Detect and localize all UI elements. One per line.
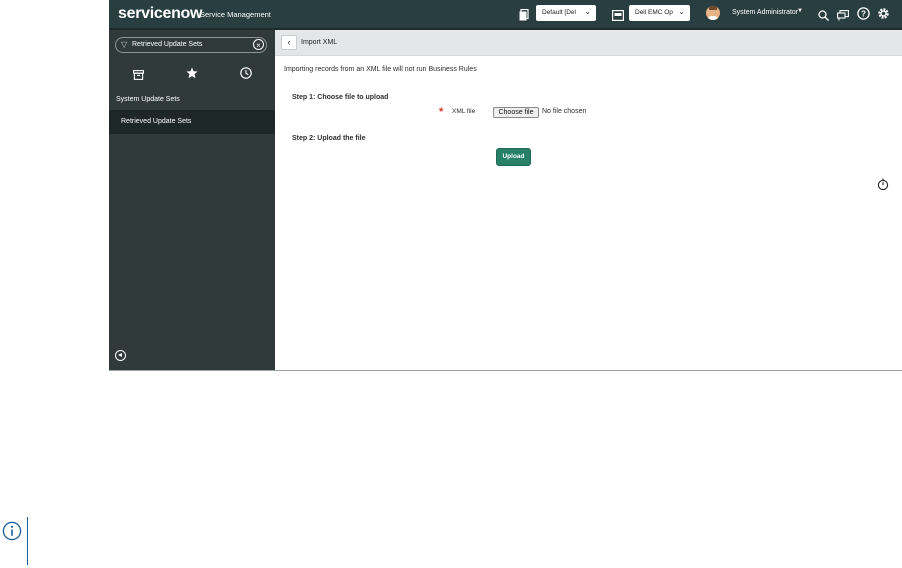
step1-heading: Step 1: Choose file to upload	[292, 94, 389, 101]
chevron-down-icon: ⌄	[678, 7, 685, 16]
back-button[interactable]: ‹	[281, 35, 297, 50]
xml-file-label: XML file	[452, 108, 476, 115]
chevron-down-icon: ⌄	[584, 7, 591, 16]
top-header: servicenow Service Management Default [D…	[109, 0, 902, 28]
svg-text:?: ?	[861, 10, 866, 19]
domain-picker[interactable]: Dell EMC Op ⌄	[629, 5, 690, 21]
servicenow-logo[interactable]: servicenow	[118, 5, 202, 23]
chat-icon[interactable]	[837, 8, 849, 26]
page-title: Import XML	[301, 39, 338, 46]
history-clock-icon[interactable]	[240, 66, 252, 84]
form-header: ‹ Import XML	[275, 30, 902, 56]
step2-heading: Step 2: Upload the file	[292, 135, 366, 142]
no-file-chosen-text: No file chosen	[542, 108, 587, 115]
choose-file-button[interactable]: Choose file	[493, 107, 539, 118]
nav-item-label: Retrieved Update Sets	[121, 118, 192, 125]
gear-icon[interactable]	[877, 7, 890, 25]
nav-section-system-update-sets[interactable]: System Update Sets	[116, 96, 180, 103]
domain-icon	[612, 8, 625, 26]
user-avatar[interactable]	[706, 6, 720, 20]
search-icon[interactable]	[818, 8, 829, 26]
nav-item-retrieved-update-sets[interactable]: Retrieved Update Sets	[109, 110, 275, 134]
info-icon	[2, 521, 22, 546]
window-bottom-edge	[109, 370, 902, 371]
application-navigator: ▽ Retrieved Update Sets × System Update …	[109, 30, 275, 370]
all-apps-icon[interactable]	[133, 67, 144, 85]
clear-filter-icon[interactable]: ×	[253, 39, 264, 50]
domain-value: Dell EMC Op	[635, 9, 673, 16]
collapse-navigator-icon[interactable]	[115, 350, 126, 361]
servicenow-window: servicenow Service Management Default [D…	[109, 0, 902, 370]
business-rules-warning: Importing records from an XML file will …	[284, 66, 477, 73]
update-set-icon	[519, 8, 529, 26]
caret-down-icon[interactable]: ▼	[797, 8, 803, 14]
favorites-star-icon[interactable]	[186, 66, 198, 84]
upload-button[interactable]: Upload	[496, 148, 531, 166]
update-set-value: Default [Del	[542, 9, 576, 16]
filter-icon: ▽	[121, 40, 128, 49]
user-menu[interactable]: System Administrator	[732, 9, 798, 16]
navigator-filter-input[interactable]: ▽ Retrieved Update Sets ×	[115, 37, 267, 53]
content-frame: ‹ Import XML Importing records from an X…	[275, 30, 902, 370]
update-set-picker[interactable]: Default [Del ⌄	[536, 5, 596, 21]
note-rule	[27, 517, 28, 565]
filter-value: Retrieved Update Sets	[132, 41, 203, 48]
required-marker-icon: *	[439, 106, 444, 118]
product-name: Service Management	[200, 10, 271, 19]
response-time-icon[interactable]	[877, 178, 889, 196]
help-icon[interactable]: ?	[857, 7, 870, 25]
